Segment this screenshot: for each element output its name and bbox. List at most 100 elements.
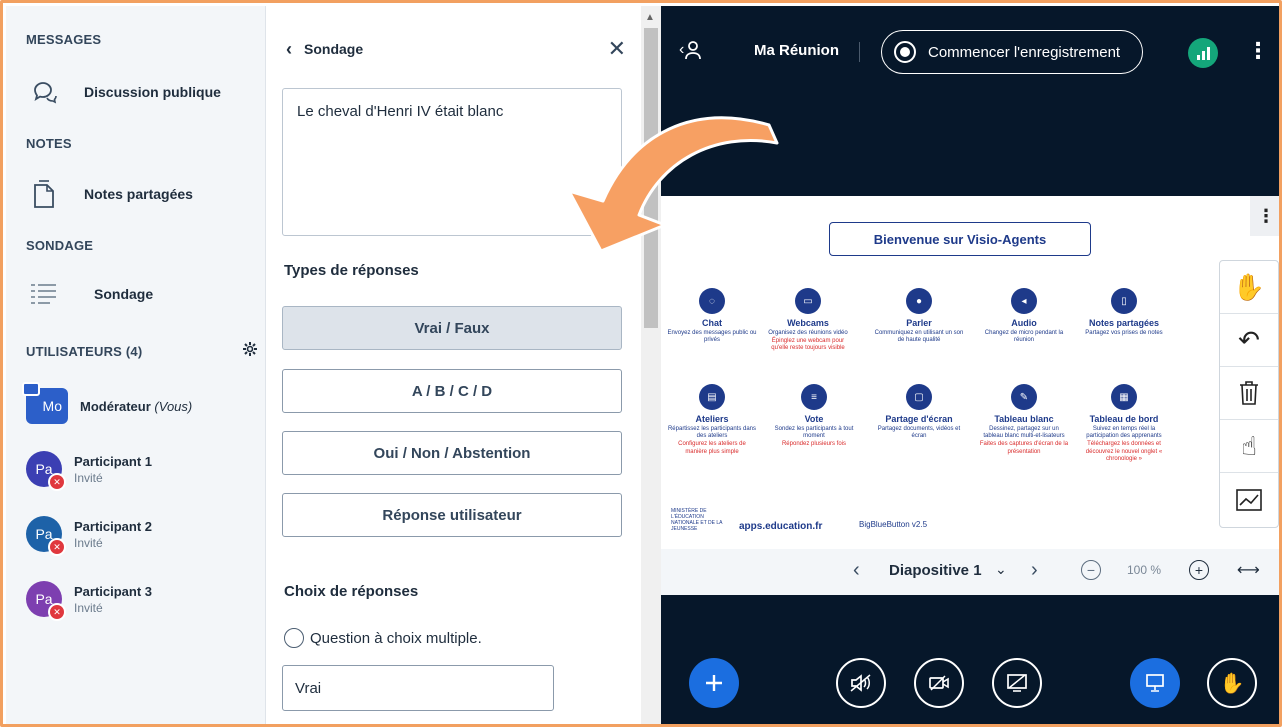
meeting-area: ‹ Ma Réunion Commencer l'enregistrement …: [661, 6, 1279, 724]
users-section-title: UTILISATEURS (4): [26, 344, 143, 359]
avatar: Pa ✕: [26, 516, 66, 556]
poll-title: Sondage: [304, 41, 364, 57]
multi-user-icon[interactable]: ☝: [1220, 420, 1278, 473]
sidebar-item-public-chat[interactable]: Discussion publique: [26, 74, 221, 110]
radio-button[interactable]: [284, 628, 304, 648]
breakout-icon: ▤: [699, 384, 725, 410]
answer-input[interactable]: Vrai: [282, 665, 554, 711]
zoom-out-button[interactable]: −: [1081, 560, 1101, 580]
fit-width-icon[interactable]: ⟷: [1237, 560, 1260, 580]
avatar: Pa ✕: [26, 581, 66, 621]
poll-panel: ‹ Sondage ✕ Le cheval d'Henri IV était b…: [266, 6, 661, 724]
multiple-choice-option[interactable]: Question à choix multiple.: [284, 628, 482, 648]
chat-icon: [26, 74, 62, 110]
screen-icon: ▢: [906, 384, 932, 410]
previous-slide-button[interactable]: ‹: [853, 559, 860, 582]
user-role: Invité: [74, 600, 103, 615]
scrollbar[interactable]: ▲: [641, 6, 661, 724]
feature-speak: ● Parler Communiquez en utilisant un son…: [874, 288, 964, 344]
shared-notes-label: Notes partagées: [84, 186, 193, 202]
slide-navigation: ‹ Diapositive 1 ⌄ › − 100 % + ⟷: [661, 549, 1279, 595]
feature-breakouts: ▤ Ateliers Répartissez les participants …: [667, 384, 757, 456]
poll-section-title: SONDAGE: [26, 238, 94, 253]
presentation-icon: [1146, 674, 1164, 692]
poll-label: Sondage: [94, 286, 154, 302]
slide-title: Bienvenue sur Visio-Agents: [829, 222, 1091, 256]
muted-mic-icon: ✕: [48, 538, 66, 556]
start-recording-button[interactable]: Commencer l'enregistrement: [881, 30, 1143, 74]
user-role: Invité: [74, 535, 103, 550]
yes-no-abstention-button[interactable]: Oui / Non / Abstention: [282, 431, 622, 475]
whiteboard-icon: ✎: [1011, 384, 1037, 410]
speaker-muted-icon: [850, 674, 871, 692]
muted-mic-icon: ✕: [48, 603, 66, 621]
user-icon: [685, 41, 702, 60]
dashboard-icon: ▦: [1111, 384, 1137, 410]
user-row-moderator[interactable]: Mo Modérateur (Vous): [22, 382, 193, 424]
avatar-initials: Mo: [42, 398, 62, 414]
scroll-thumb[interactable]: [644, 28, 658, 328]
user-response-button[interactable]: Réponse utilisateur: [282, 493, 622, 537]
scroll-up-icon[interactable]: ▲: [645, 12, 655, 23]
feature-screen-share: ▢ Partage d'écran Partagez documents, vi…: [874, 384, 964, 440]
hand-tool-icon[interactable]: ✋: [1220, 261, 1278, 314]
next-slide-button[interactable]: ›: [1031, 559, 1038, 582]
user-row-participant-2[interactable]: Pa ✕ Participant 2 Invité: [26, 516, 152, 556]
user-name: Modérateur (Vous): [80, 398, 193, 414]
video-off-button[interactable]: [914, 658, 964, 708]
response-types-title: Types de réponses: [284, 262, 419, 279]
presentation-slide: ⋮ Bienvenue sur Visio-Agents ◌ Chat Envo…: [661, 196, 1279, 549]
poll-header: ‹ Sondage ✕: [286, 36, 626, 62]
slide-selector[interactable]: Diapositive 1: [889, 562, 982, 579]
options-menu-icon[interactable]: ⋮: [1247, 40, 1269, 62]
feature-whiteboard: ✎ Tableau blanc Dessinez, partagez sur u…: [979, 384, 1069, 456]
slide-options-icon[interactable]: ⋮: [1250, 196, 1279, 236]
multiple-choice-label: Question à choix multiple.: [310, 629, 482, 647]
avatar: Mo: [22, 382, 68, 424]
user-name: Participant 1: [74, 453, 153, 469]
user-name: Participant 3: [74, 583, 153, 599]
user-row-participant-1[interactable]: Pa ✕ Participant 1 Invité: [26, 451, 153, 491]
toggle-userlist-button[interactable]: ‹: [679, 40, 702, 60]
trash-icon[interactable]: [1220, 367, 1278, 420]
feature-webcams: ▭ Webcams Organisez des réunions vidéo É…: [763, 288, 853, 353]
screen-share-button[interactable]: [992, 658, 1042, 708]
zoom-level: 100 %: [1127, 563, 1162, 577]
apps-education-logo: apps.education.fr: [739, 521, 823, 532]
close-icon[interactable]: ✕: [608, 36, 626, 62]
meeting-title: Ma Réunion: [754, 42, 839, 59]
zoom-in-button[interactable]: +: [1189, 560, 1209, 580]
true-false-button[interactable]: Vrai / Faux: [282, 306, 622, 350]
presentation-button[interactable]: [1130, 658, 1180, 708]
muted-mic-icon: ✕: [48, 473, 66, 491]
question-input[interactable]: Le cheval d'Henri IV était blanc: [282, 88, 622, 236]
chart-icon[interactable]: [1220, 473, 1278, 526]
messages-section-title: MESSAGES: [26, 32, 102, 47]
user-row-participant-3[interactable]: Pa ✕ Participant 3 Invité: [26, 581, 153, 621]
speaker-icon: ◂: [1011, 288, 1037, 314]
microphone-icon: ●: [906, 288, 932, 314]
audio-mute-button[interactable]: [836, 658, 886, 708]
raise-hand-button[interactable]: ✋: [1207, 658, 1257, 708]
bbb-logo: BigBlueButton v2.5: [859, 520, 928, 529]
presenter-icon: [22, 382, 40, 396]
camera-icon: ▭: [795, 288, 821, 314]
chevron-down-icon[interactable]: ⌄: [995, 561, 1007, 578]
actions-plus-button[interactable]: [689, 658, 739, 708]
sidebar-item-shared-notes[interactable]: Notes partagées: [26, 176, 193, 212]
notes-section-title: NOTES: [26, 136, 72, 151]
undo-icon[interactable]: ↶: [1220, 314, 1278, 367]
gear-icon[interactable]: [242, 341, 258, 362]
ministry-logo: MINISTÈRE DE L'ÉDUCATION NATIONALE ET DE…: [671, 508, 723, 532]
hand-icon: ✋: [1219, 672, 1245, 695]
record-icon: [894, 41, 916, 63]
users-header: UTILISATEURS (4): [26, 341, 258, 362]
feature-audio: ◂ Audio Changez de micro pendant la réun…: [979, 288, 1069, 344]
abcd-button[interactable]: A / B / C / D: [282, 369, 622, 413]
public-chat-label: Discussion publique: [84, 84, 221, 100]
connection-status-icon[interactable]: [1188, 38, 1218, 68]
poll-back-button[interactable]: ‹ Sondage: [286, 39, 363, 60]
sidebar-item-poll[interactable]: Sondage: [26, 276, 153, 312]
screen-share-off-icon: [1007, 674, 1027, 692]
notes-icon: [26, 176, 62, 212]
